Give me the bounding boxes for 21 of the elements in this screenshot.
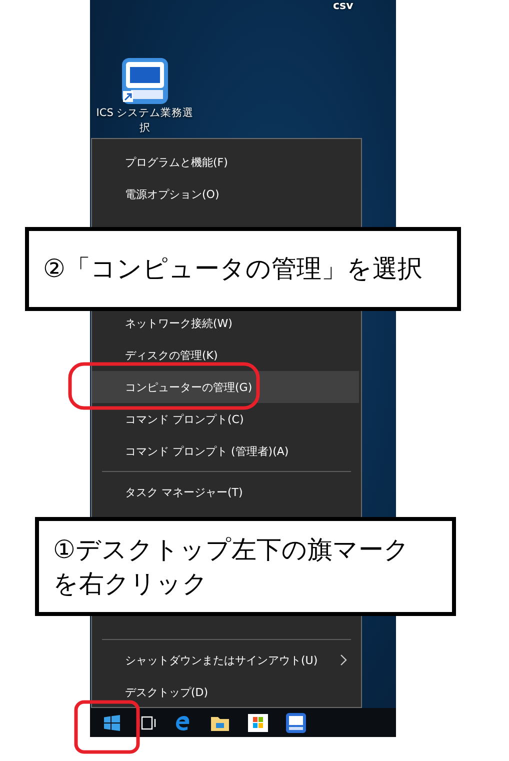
menu-item[interactable]: プログラムと機能(F) xyxy=(92,146,359,178)
windows-logo-icon[interactable] xyxy=(104,714,120,730)
menu-item[interactable]: タスク マネージャー(T) xyxy=(92,476,359,508)
menu-item[interactable]: デスクトップ(D) xyxy=(92,676,359,708)
shortcut-label: ICS システム業務選択 xyxy=(95,106,195,136)
callout-label: ②「コンピュータの管理」を選択 xyxy=(43,253,422,285)
file-label: csv xyxy=(333,0,354,11)
highlight-ring xyxy=(74,700,140,754)
menu-item[interactable]: コマンド プロンプト (管理者)(A) xyxy=(92,435,359,467)
menu-item[interactable]: ディスクの管理(K) xyxy=(92,339,359,371)
store-icon[interactable] xyxy=(248,714,268,732)
callout-label: ①デスクトップ左下の旗マークを右クリック xyxy=(53,534,410,600)
menu-item[interactable]: コンピューターの管理(G) xyxy=(92,371,359,403)
menu-item[interactable]: ネットワーク接続(W) xyxy=(92,307,359,339)
app-shortcut-icon[interactable] xyxy=(122,58,168,104)
menu-item[interactable]: 電源オプション(O) xyxy=(92,178,359,210)
chevron-right-icon xyxy=(340,654,347,666)
menu-item[interactable]: シャットダウンまたはサインアウト(U) xyxy=(92,644,359,676)
app-icon[interactable] xyxy=(286,712,306,732)
e-logo-icon[interactable] xyxy=(174,714,192,732)
menu-item[interactable]: コマンド プロンプト(C) xyxy=(92,403,359,435)
